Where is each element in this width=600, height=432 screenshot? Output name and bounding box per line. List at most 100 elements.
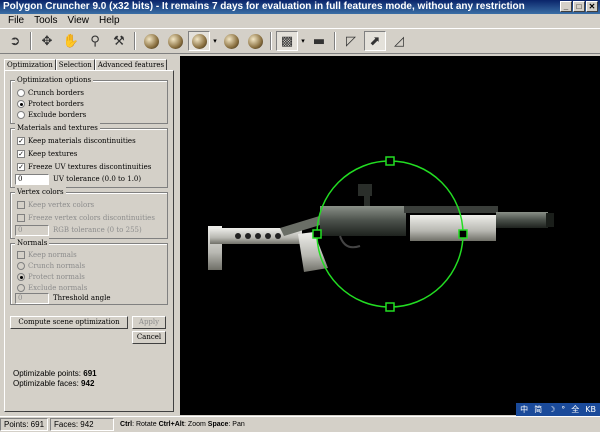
shading-button-2[interactable] (164, 31, 186, 51)
group-title: Materials and textures (15, 123, 100, 133)
materials-textures-group: Materials and textures ✓ Keep materials d… (10, 123, 168, 188)
toolbar-separator (30, 32, 32, 50)
ime-fullwidth[interactable]: 全 (571, 403, 579, 416)
line-tool-button-1[interactable]: ◸ (340, 31, 362, 51)
stock-hole (275, 233, 281, 239)
gizmo-handle-top[interactable] (385, 156, 395, 166)
radio-indicator (17, 261, 25, 270)
group-title: Vertex colors (15, 187, 66, 197)
menu-file[interactable]: File (4, 14, 28, 28)
close-button[interactable]: ✕ (586, 1, 598, 12)
menu-view[interactable]: View (63, 14, 93, 28)
gizmo-handle-bottom[interactable] (385, 302, 395, 312)
check-indicator: ✓ (17, 162, 25, 171)
sphere-shading-icon (143, 33, 159, 49)
ime-toolbar: 中 简 ☽ ° 全 KB (516, 403, 600, 416)
radio-label: Crunch borders (28, 88, 84, 97)
uv-tolerance-label: UV tolerance (0.0 to 1.0) (53, 175, 142, 183)
keep-textures-checkbox[interactable]: ✓ Keep textures (17, 148, 77, 159)
radio-indicator (17, 99, 25, 108)
zoom-button[interactable]: ⚲ (84, 31, 106, 51)
freeze-vertex-colors-checkbox[interactable]: Freeze vertex colors discontinuities (17, 212, 155, 223)
toolbar: ➲ ✥ ✋ ⚲ ⚒ ▾ ▩ ▾ ▬ ◸ ⬈ ◿ (0, 28, 600, 54)
bookmark-icon: ▬ (312, 33, 326, 49)
shading-button-3[interactable] (188, 31, 210, 51)
ime-punctuation[interactable]: ° (561, 403, 565, 416)
texture-dropdown-icon[interactable]: ▾ (300, 37, 306, 45)
toolbar-separator (270, 32, 272, 50)
points-value: 691 (83, 369, 97, 378)
compute-optimization-button[interactable]: Compute scene optimization (10, 316, 128, 329)
optimizable-faces: Optimizable faces: 942 (13, 379, 94, 388)
radio-indicator (17, 110, 25, 119)
ime-moon-icon[interactable]: ☽ (548, 403, 555, 416)
status-faces: Faces: 942 (50, 418, 115, 431)
menu-bar: File Tools View Help (0, 14, 600, 28)
texture-button[interactable]: ▩ (276, 31, 298, 51)
apply-button[interactable]: Apply (132, 316, 166, 329)
optimization-options-group: Optimization options Crunch borders Prot… (10, 75, 168, 124)
shading-button-1[interactable] (140, 31, 162, 51)
check-indicator (17, 213, 25, 222)
bookmark-button[interactable]: ▬ (308, 31, 330, 51)
3d-viewport[interactable] (180, 56, 600, 415)
side-panel: Optimization Selection Advanced features… (0, 55, 176, 415)
exclude-borders-radio[interactable]: Exclude borders (17, 109, 86, 120)
protect-borders-radio[interactable]: Protect borders (17, 98, 84, 109)
freeze-uv-checkbox[interactable]: ✓ Freeze UV textures discontinuities (17, 161, 151, 172)
threshold-angle-input[interactable]: 0 (15, 293, 49, 304)
rgb-tolerance-label: RGB tolerance (0 to 255) (53, 226, 142, 234)
stock-hole (255, 233, 261, 239)
menu-help[interactable]: Help (95, 14, 124, 28)
maximize-button[interactable]: □ (573, 1, 585, 12)
hammer-icon: ⚒ (113, 33, 125, 49)
move-button[interactable]: ✥ (36, 31, 58, 51)
checker-texture-icon: ▩ (280, 33, 294, 49)
cancel-button[interactable]: Cancel (132, 331, 166, 344)
tools-button[interactable]: ⚒ (108, 31, 130, 51)
shading-button-4[interactable] (220, 31, 242, 51)
protect-normals-radio[interactable]: Protect normals (17, 271, 85, 282)
checkbox-label: Keep normals (28, 250, 77, 259)
open-file-button[interactable]: ➲ (4, 31, 26, 51)
diagonal-line-icon: ◸ (346, 33, 356, 49)
menu-tools[interactable]: Tools (30, 14, 61, 28)
ime-keyboard[interactable]: KB (585, 403, 596, 416)
exclude-normals-radio[interactable]: Exclude normals (17, 282, 87, 293)
keep-vertex-colors-checkbox[interactable]: Keep vertex colors (17, 199, 94, 210)
minimize-button[interactable]: _ (560, 1, 572, 12)
optimizable-points: Optimizable points: 691 (13, 369, 97, 378)
checkbox-label: Freeze UV textures discontinuities (28, 162, 152, 171)
crunch-borders-radio[interactable]: Crunch borders (17, 87, 84, 98)
ime-simplified[interactable]: 简 (534, 403, 542, 416)
faces-value: 942 (81, 379, 95, 388)
line-tool-button-2[interactable]: ⬈ (364, 31, 386, 51)
sphere-shading-icon (191, 33, 207, 49)
sphere-shading-icon (223, 33, 239, 49)
radio-label: Exclude borders (28, 110, 87, 119)
trigger-guard (339, 235, 361, 249)
help-key: Ctrl+Alt (158, 421, 185, 428)
line-tool-button-3[interactable]: ◿ (388, 31, 410, 51)
check-indicator (17, 200, 25, 209)
shading-button-5[interactable] (244, 31, 266, 51)
keep-materials-checkbox[interactable]: ✓ Keep materials discontinuities (17, 135, 136, 146)
checkbox-label: Keep textures (28, 149, 78, 158)
folder-open-icon: ➲ (9, 33, 21, 49)
vertex-colors-group: Vertex colors Keep vertex colors Freeze … (10, 187, 168, 239)
crunch-normals-radio[interactable]: Crunch normals (17, 260, 85, 271)
viewport-canvas[interactable] (180, 56, 600, 415)
pan-button[interactable]: ✋ (60, 31, 82, 51)
muzzle (546, 213, 554, 227)
gizmo-handle-right[interactable] (458, 229, 468, 239)
ime-chinese[interactable]: 中 (520, 403, 528, 416)
radio-label: Crunch normals (28, 261, 86, 270)
rgb-tolerance-input[interactable]: 0 (15, 225, 49, 236)
group-title: Optimization options (15, 75, 94, 85)
receiver (320, 206, 406, 236)
uv-tolerance-input[interactable]: 0 (15, 174, 49, 185)
gizmo-handle-left[interactable] (312, 229, 322, 239)
shading-dropdown-icon[interactable]: ▾ (212, 37, 218, 45)
toolbar-separator (334, 32, 336, 50)
keep-normals-checkbox[interactable]: Keep normals (17, 249, 77, 260)
